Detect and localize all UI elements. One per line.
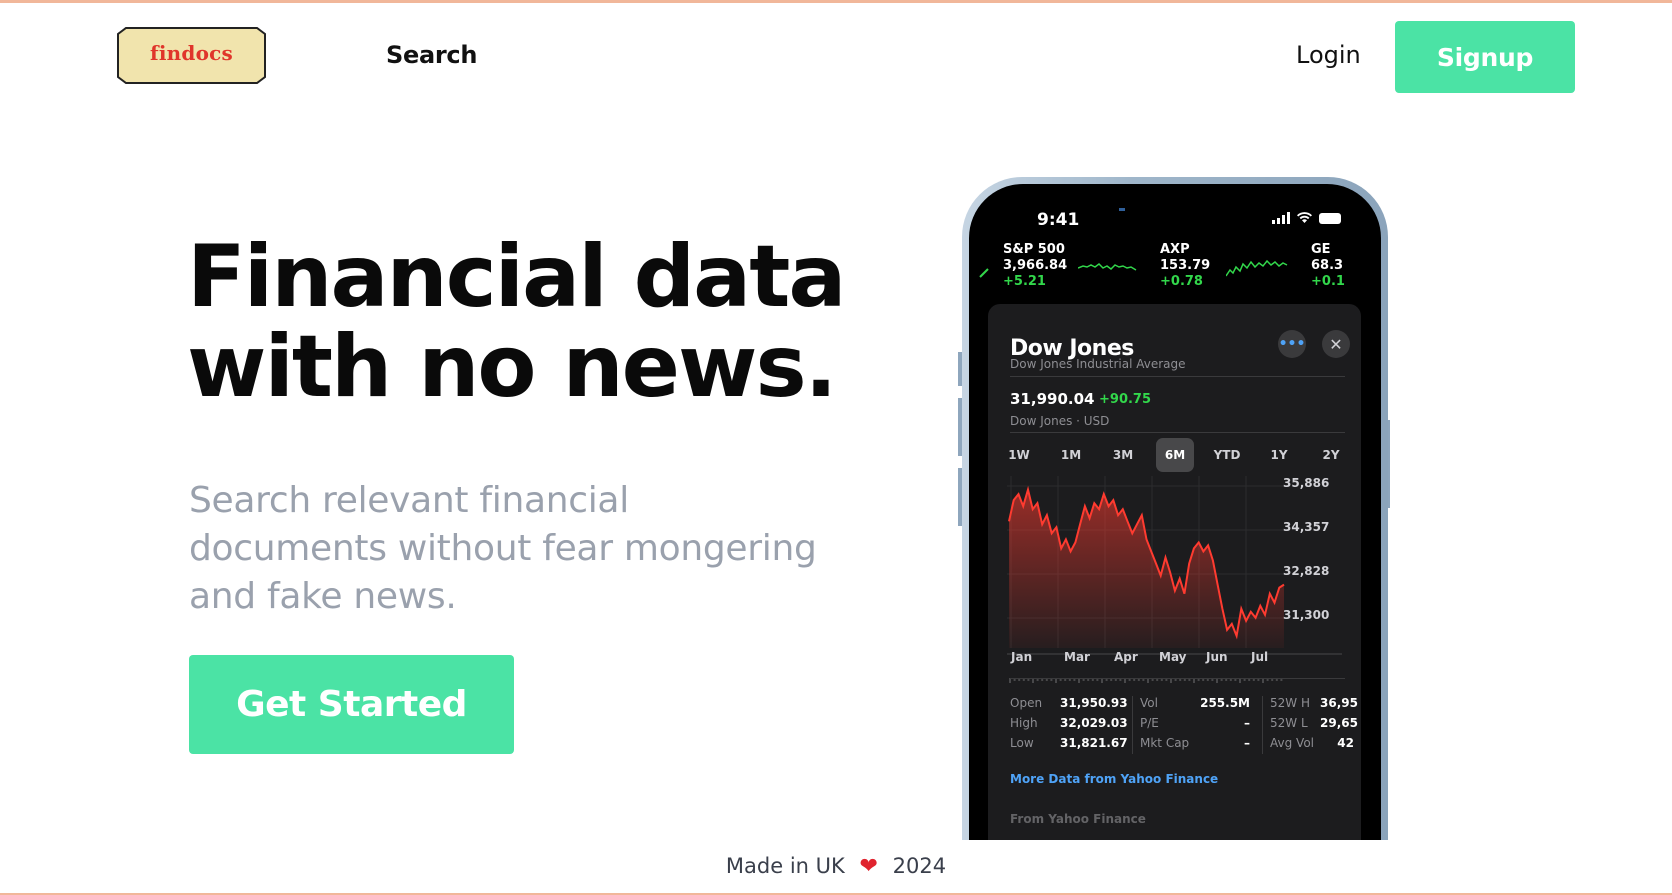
top-accent-rule [0,0,1672,3]
stat-row: 52W H 36,95 [1270,696,1358,710]
x-tick-label: Apr [1114,650,1138,664]
hero-title: Financial data with no news. [187,232,907,412]
footer: Made in UK ❤ 2024 [0,854,1672,879]
y-tick-label: 35,886 [1283,476,1330,490]
camera-dot [1119,208,1125,211]
footer-year: 2024 [892,854,947,878]
range-ytd[interactable]: YTD [1208,438,1246,472]
stats-separator [1262,696,1263,754]
stats-column-2: Vol 255.5M P/E – Mkt Cap – [1140,696,1250,756]
ticker-sparkline [1226,259,1288,277]
ticker-symbol: S&P 500 [1003,242,1065,257]
stat-row: High 32,029.03 [1010,716,1128,730]
news-section-header: From Yahoo Finance [1010,812,1146,826]
ticker-change: +5.21 [1003,274,1046,289]
hero-subtitle-line-2: documents without fear mongering [189,528,817,569]
stat-row: P/E – [1140,716,1250,730]
ticker-item[interactable]: GE 68.3 +0.1 [1311,242,1345,290]
stock-detail-card: Dow Jones Dow Jones Industrial Average •… [988,304,1361,842]
ticker-change: +0.78 [1160,274,1203,289]
range-3m[interactable]: 3M [1104,438,1142,472]
stat-row: Low 31,821.67 [1010,736,1128,750]
close-icon[interactable]: ✕ [1322,330,1350,358]
hero-subtitle: Search relevant financial documents with… [189,477,889,621]
wifi-icon [1297,212,1312,223]
status-time: 9:41 [1037,210,1080,230]
hero-subtitle-line-3: and fake news. [189,576,457,617]
more-options-icon[interactable]: ••• [1278,330,1306,358]
ticker-change: +0.1 [1311,274,1345,289]
ticker-price: 3,966.84 [1003,258,1068,273]
x-tick-label: May [1159,650,1187,664]
yahoo-finance-link[interactable]: More Data from Yahoo Finance [1010,772,1218,786]
stats-column-1: Open 31,950.93 High 32,029.03 Low 31,821.67 [1010,696,1128,756]
nav-search-link[interactable]: Search [386,41,477,69]
ticker-strip: S&P 500 3,966.84 +5.21 AXP 153.79 +0.78 … [979,242,1381,296]
login-link[interactable]: Login [1296,41,1361,69]
phone-screen: 9:41 S&P 500 3,966.84 +5.21 AXP 153.79 +… [969,184,1381,842]
x-tick-label: Jun [1206,650,1228,664]
time-range-selector: 1W 1M 3M 6M YTD 1Y 2Y [1000,438,1350,472]
stat-row: Mkt Cap – [1140,736,1250,750]
range-6m[interactable]: 6M [1156,438,1194,472]
heart-icon: ❤ [859,854,878,879]
x-tick-label: Jul [1251,650,1269,664]
stock-price: 31,990.04 [1010,390,1095,408]
stat-row: 52W L 29,65 [1270,716,1358,730]
stock-change: +90.75 [1099,392,1152,407]
ticker-symbol: GE [1311,242,1331,257]
ticker-item[interactable]: S&P 500 3,966.84 +5.21 [1003,242,1067,290]
stat-row: Avg Vol 42 [1270,736,1354,750]
signup-button[interactable]: Signup [1395,21,1575,93]
divider [1010,376,1345,377]
phone-mockup: 9:41 S&P 500 3,966.84 +5.21 AXP 153.79 +… [962,177,1388,842]
divider [1010,432,1345,433]
ticker-price: 153.79 [1160,258,1211,273]
divider [1010,678,1345,679]
stock-exchange-currency: Dow Jones · USD [1010,414,1110,428]
x-tick-label: Mar [1064,650,1090,664]
y-tick-label: 31,300 [1283,608,1330,622]
stock-subtitle: Dow Jones Industrial Average [1010,357,1186,371]
battery-icon [1319,212,1341,224]
ticker-arrow-icon [979,268,989,278]
stats-column-3: 52W H 36,95 52W L 29,65 Avg Vol 42 [1270,696,1358,756]
footer-made-in: Made in UK [725,854,845,878]
ticker-price: 68.3 [1311,258,1344,273]
y-tick-label: 32,828 [1283,564,1330,578]
hero-title-line-2: with no news. [187,317,837,417]
stat-row: Vol 255.5M [1140,696,1250,710]
findocs-logo[interactable]: findocs [117,27,266,84]
y-tick-label: 34,357 [1283,520,1330,534]
range-1y[interactable]: 1Y [1260,438,1298,472]
phone-crop-mask [955,840,1395,854]
logo-text: findocs [150,41,233,65]
get-started-button[interactable]: Get Started [189,655,514,754]
range-1m[interactable]: 1M [1052,438,1090,472]
status-icons [1272,212,1341,224]
stats-separator [1132,696,1133,754]
ticker-symbol: AXP [1160,242,1190,257]
signal-icon [1272,212,1290,224]
ticker-sparkline [1078,263,1137,271]
stat-row: Open 31,950.93 [1010,696,1128,710]
x-tick-label: Jan [1011,650,1033,664]
ticker-item[interactable]: AXP 153.79 +0.78 [1160,242,1210,290]
range-1w[interactable]: 1W [1000,438,1038,472]
hero-title-line-1: Financial data [187,227,846,327]
chart-area-fill [1009,489,1284,648]
range-2y[interactable]: 2Y [1312,438,1350,472]
hero-subtitle-line-1: Search relevant financial [189,480,629,521]
